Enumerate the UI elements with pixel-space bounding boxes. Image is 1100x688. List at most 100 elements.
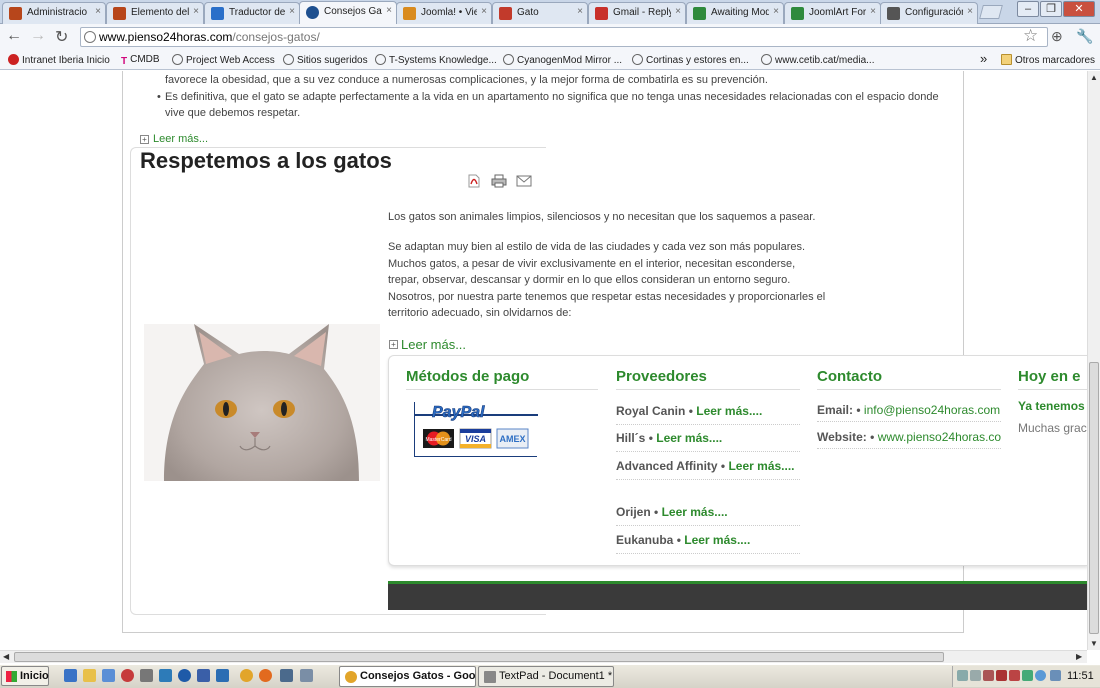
tab-awaiting-moderation[interactable]: Awaiting Mod × <box>686 2 784 24</box>
network-icon[interactable] <box>1035 670 1046 681</box>
print-icon[interactable] <box>491 174 507 188</box>
globe-icon <box>172 54 183 65</box>
tray-icon[interactable] <box>1009 670 1020 681</box>
close-icon[interactable]: × <box>289 6 295 17</box>
reload-icon[interactable]: ↻ <box>55 27 68 47</box>
horizontal-scroll-thumb[interactable] <box>14 652 944 662</box>
tray-icon[interactable] <box>983 670 994 681</box>
tab-traductor[interactable]: Traductor de × <box>204 2 300 24</box>
firefox-icon[interactable] <box>259 669 272 682</box>
forum-icon <box>403 7 416 20</box>
close-icon[interactable]: × <box>870 6 876 17</box>
close-icon[interactable]: × <box>481 6 487 17</box>
volume-icon[interactable] <box>1050 670 1061 681</box>
forward-arrow-icon[interactable]: → <box>30 27 46 45</box>
back-arrow-icon[interactable]: ← <box>6 27 22 45</box>
tray-icon[interactable] <box>957 670 968 681</box>
taskbar-item-textpad[interactable]: TextPad - Document1 * <box>478 666 614 687</box>
close-icon[interactable]: × <box>386 5 392 16</box>
address-bar[interactable]: www.pienso24horas.com/consejos-gatos/ <box>80 27 1048 47</box>
tab-joomla-view[interactable]: Joomla! • Vie × <box>396 2 492 24</box>
media-icon[interactable] <box>178 669 191 682</box>
bookmark-item[interactable]: T-Systems Knowledge... <box>375 54 497 66</box>
close-icon[interactable]: × <box>675 6 681 17</box>
bookmark-item[interactable]: Project Web Access <box>172 54 275 66</box>
joomla-icon <box>113 7 126 20</box>
vertical-scroll-thumb[interactable] <box>1089 362 1099 634</box>
provider-read-more-link[interactable]: Leer más.... <box>662 505 728 519</box>
new-tab-button[interactable] <box>979 5 1003 19</box>
separator: • <box>688 404 693 418</box>
ie-icon[interactable] <box>64 669 77 682</box>
explorer-icon[interactable] <box>83 669 96 682</box>
app-icon[interactable] <box>159 669 172 682</box>
provider-read-more-link[interactable]: Leer más.... <box>696 404 762 418</box>
close-icon[interactable]: × <box>193 6 199 17</box>
close-icon[interactable]: × <box>773 6 779 17</box>
app-icon[interactable] <box>300 669 313 682</box>
tab-configuracion[interactable]: Configuración × <box>880 2 978 24</box>
clock: 11:51 <box>1067 670 1094 682</box>
start-button[interactable]: Inicio <box>1 666 49 686</box>
scroll-right-arrow[interactable]: ▶ <box>1076 652 1082 661</box>
provider-read-more-link[interactable]: Leer más.... <box>684 533 750 547</box>
taskbar-item-chrome[interactable]: Consejos Gatos - Goo... <box>339 666 476 687</box>
globe-icon <box>503 54 514 65</box>
close-icon[interactable]: × <box>95 6 101 17</box>
tray-icon[interactable] <box>970 670 981 681</box>
email-icon[interactable] <box>516 174 532 188</box>
desktop-icon[interactable] <box>102 669 115 682</box>
tab-title: Administracio <box>27 7 88 18</box>
bookmark-item[interactable]: Intranet Iberia Inicio <box>8 54 110 66</box>
close-icon[interactable]: × <box>967 6 973 17</box>
tab-gato[interactable]: Gato × <box>492 2 588 24</box>
expand-icon: + <box>389 340 398 349</box>
tray-icon[interactable] <box>1022 670 1033 681</box>
scroll-down-arrow[interactable]: ▼ <box>1090 639 1098 648</box>
bookmark-item[interactable]: CyanogenMod Mirror ... <box>503 54 622 66</box>
separator: • <box>654 505 659 519</box>
url-path: /consejos-gatos/ <box>232 30 320 44</box>
read-more-link[interactable]: + Leer más... <box>389 337 466 352</box>
app-icon[interactable] <box>197 669 210 682</box>
tab-elemento[interactable]: Elemento del × <box>106 2 204 24</box>
gmail-icon <box>595 7 608 20</box>
app-icon[interactable] <box>121 669 134 682</box>
app-icon[interactable] <box>140 669 153 682</box>
folder-icon <box>1001 54 1012 65</box>
translate-icon <box>211 7 224 20</box>
prev-article-text: favorece la obesidad, que a su vez condu… <box>165 74 768 86</box>
website-link[interactable]: www.pienso24horas.com <box>878 430 1001 444</box>
other-bookmarks[interactable]: Otros marcadores <box>1001 54 1095 66</box>
scroll-left-arrow[interactable]: ◀ <box>3 652 9 661</box>
globe-icon <box>761 54 772 65</box>
read-more-link[interactable]: + Leer más... <box>140 133 208 145</box>
bookmark-item[interactable]: www.cetib.cat/media... <box>761 54 874 66</box>
tab-joomlart-forum[interactable]: JoomlArt For × <box>784 2 881 24</box>
maximize-button[interactable]: ❐ <box>1040 1 1062 17</box>
provider-read-more-link[interactable]: Leer más.... <box>728 459 794 473</box>
close-window-button[interactable]: ✕ <box>1063 1 1095 17</box>
joomlart-icon <box>693 7 706 20</box>
wrench-icon[interactable]: 🔧 <box>1076 28 1093 45</box>
tab-administracion[interactable]: Administracio × <box>2 2 106 24</box>
tab-consejos-gatos[interactable]: Consejos Gat × <box>299 1 397 25</box>
tray-icon[interactable] <box>996 670 1007 681</box>
bookmark-item[interactable]: Sitios sugeridos <box>283 54 368 66</box>
scroll-up-arrow[interactable]: ▲ <box>1090 73 1098 82</box>
app-icon[interactable] <box>216 669 229 682</box>
bookmark-star-icon[interactable]: ☆ <box>1023 26 1038 46</box>
email-link[interactable]: info@pienso24horas.com <box>864 403 1000 417</box>
app-icon[interactable] <box>280 669 293 682</box>
bookmark-item[interactable]: Cortinas y estores en... <box>632 54 749 66</box>
provider-read-more-link[interactable]: Leer más.... <box>656 431 722 445</box>
chrome-icon[interactable] <box>240 669 253 682</box>
close-icon[interactable]: × <box>577 6 583 17</box>
bookmark-item[interactable]: T CMDB <box>121 54 160 67</box>
contact-website: Website: • www.pienso24horas.com <box>817 430 1001 449</box>
pdf-icon[interactable] <box>467 174 481 188</box>
minimize-button[interactable]: – <box>1017 1 1039 17</box>
bookmarks-overflow-chevron[interactable]: » <box>980 51 987 66</box>
page-menu-icon[interactable]: ⊕ <box>1051 28 1063 45</box>
tab-gmail[interactable]: Gmail - Reply × <box>588 2 686 24</box>
